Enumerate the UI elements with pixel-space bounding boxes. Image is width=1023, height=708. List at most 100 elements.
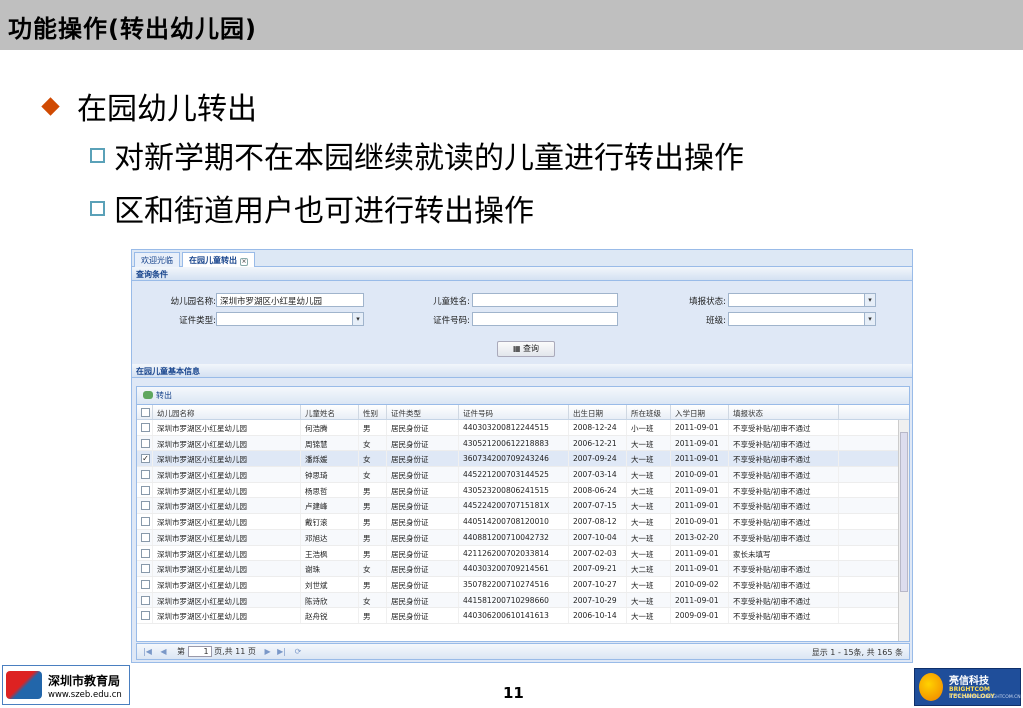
tab-welcome[interactable]: 欢迎光临 bbox=[134, 252, 180, 267]
table-row[interactable]: 深圳市罗湖区小红星幼儿园 刘世斌男居民身份证 350782200710274516 2… bbox=[137, 576, 909, 593]
query-panel-header: 查询条件 bbox=[132, 267, 912, 281]
table-cell: 谢珠 bbox=[301, 561, 359, 576]
table-cell: 不享受补贴/初审不通过 bbox=[729, 420, 839, 435]
table-cell: 居民身份证 bbox=[387, 545, 459, 561]
table-row[interactable]: 深圳市罗湖区小红星幼儿园 何浩腾男居民身份证 440303200812244515 2… bbox=[137, 420, 909, 436]
table-cell: 2011-09-01 bbox=[671, 561, 729, 576]
bullet-text: 对新学期不在本园继续就读的儿童进行转出操作 bbox=[114, 141, 744, 176]
row-checkbox[interactable] bbox=[137, 435, 153, 451]
table-row[interactable]: 深圳市罗湖区小红星幼儿园 杨思哲男居民身份证 430523200806241515 2… bbox=[137, 482, 909, 499]
table-cell: 深圳市罗湖区小红星幼儿园 bbox=[153, 467, 301, 482]
select-all-checkbox[interactable] bbox=[137, 405, 153, 419]
close-icon[interactable]: × bbox=[240, 258, 248, 266]
column-header[interactable]: 证件类型 bbox=[387, 405, 459, 419]
table-cell: 小一班 bbox=[627, 420, 671, 435]
table-cell: 卢建峰 bbox=[301, 498, 359, 514]
prev-page-icon[interactable]: ◀ bbox=[160, 647, 166, 656]
table-row[interactable]: 深圳市罗湖区小红星幼儿园 邓旭达男居民身份证 440881200710042732 2… bbox=[137, 529, 909, 546]
table-cell: 深圳市罗湖区小红星幼儿园 bbox=[153, 451, 301, 467]
chevron-down-icon[interactable]: ▾ bbox=[352, 313, 363, 325]
row-checkbox[interactable] bbox=[137, 545, 153, 561]
scrollbar-thumb[interactable] bbox=[900, 432, 908, 592]
id-number-input[interactable] bbox=[472, 312, 618, 326]
vertical-scrollbar[interactable] bbox=[898, 420, 909, 641]
row-checkbox[interactable] bbox=[137, 561, 153, 576]
table-cell: 不享受补贴/初审不通过 bbox=[729, 435, 839, 451]
row-checkbox[interactable]: ✓ bbox=[137, 451, 153, 467]
data-grid: 转出 幼儿园名称 儿童姓名 性别 证件类型 证件号码 出生日期 所在班级 入学日期 填报状态 深… bbox=[136, 386, 910, 642]
child-name-input[interactable] bbox=[472, 293, 618, 307]
fill-status-select[interactable]: ▾ bbox=[728, 293, 876, 307]
table-cell: 441581200710298660 bbox=[459, 592, 569, 608]
table-cell: 深圳市罗湖区小红星幼儿园 bbox=[153, 420, 301, 435]
id-type-label: 证件类型: bbox=[179, 316, 216, 326]
table-cell: 2007-08-12 bbox=[569, 514, 627, 529]
brightcom-emblem-icon bbox=[919, 673, 943, 701]
last-page-icon[interactable]: ▶| bbox=[277, 647, 286, 656]
row-checkbox[interactable] bbox=[137, 482, 153, 498]
row-checkbox[interactable] bbox=[137, 608, 153, 623]
search-button[interactable]: ▦ 查询 bbox=[497, 341, 555, 357]
table-row[interactable]: 深圳市罗湖区小红星幼儿园 赵舟锐男居民身份证 440306200610141613 2… bbox=[137, 608, 909, 624]
table-row[interactable]: 深圳市罗湖区小红星幼儿园 王浩枫男居民身份证 421126200702033814 2… bbox=[137, 545, 909, 562]
table-cell: 深圳市罗湖区小红星幼儿园 bbox=[153, 561, 301, 576]
row-checkbox[interactable] bbox=[137, 576, 153, 592]
bullet-text: 在园幼儿转出 bbox=[77, 92, 257, 127]
table-cell: 不享受补贴/初审不通过 bbox=[729, 608, 839, 623]
row-checkbox[interactable] bbox=[137, 592, 153, 608]
row-checkbox[interactable] bbox=[137, 467, 153, 482]
row-checkbox[interactable] bbox=[137, 498, 153, 514]
column-header[interactable]: 幼儿园名称 bbox=[153, 405, 301, 419]
szeb-logo-name: 深圳市教育局 bbox=[48, 674, 121, 688]
szeb-logo: 深圳市教育局 www.szeb.edu.cn bbox=[2, 665, 130, 705]
first-page-icon[interactable]: |◀ bbox=[143, 647, 152, 656]
table-cell: 2010-09-01 bbox=[671, 467, 729, 482]
table-cell: 深圳市罗湖区小红星幼儿园 bbox=[153, 576, 301, 592]
table-cell: 男 bbox=[359, 576, 387, 592]
table-cell: 女 bbox=[359, 467, 387, 482]
class-select[interactable]: ▾ bbox=[728, 312, 876, 326]
page-number: 11 bbox=[503, 684, 524, 702]
column-header[interactable]: 所在班级 bbox=[627, 405, 671, 419]
table-row[interactable]: 深圳市罗湖区小红星幼儿园 谢珠女居民身份证 440303200709214561 20… bbox=[137, 561, 909, 577]
table-cell: 不享受补贴/初审不通过 bbox=[729, 576, 839, 592]
table-cell: 不享受补贴/初审不通过 bbox=[729, 467, 839, 482]
column-header[interactable]: 入学日期 bbox=[671, 405, 729, 419]
table-cell: 居民身份证 bbox=[387, 435, 459, 451]
table-cell: 不享受补贴/初审不通过 bbox=[729, 592, 839, 608]
table-cell: 大一班 bbox=[627, 608, 671, 623]
chevron-down-icon[interactable]: ▾ bbox=[864, 313, 875, 325]
table-row[interactable]: 深圳市罗湖区小红星幼儿园 戴钉滚男居民身份证 440514200708120010 2… bbox=[137, 514, 909, 530]
row-checkbox[interactable] bbox=[137, 420, 153, 435]
table-row[interactable]: 深圳市罗湖区小红星幼儿园 陈诗欣女居民身份证 441581200710298660 2… bbox=[137, 592, 909, 609]
column-header[interactable]: 儿童姓名 bbox=[301, 405, 359, 419]
table-cell: 王浩枫 bbox=[301, 545, 359, 561]
refresh-icon[interactable]: ⟳ bbox=[295, 647, 302, 656]
chevron-down-icon[interactable]: ▾ bbox=[864, 294, 875, 306]
table-cell: 不享受补贴/初审不通过 bbox=[729, 514, 839, 529]
table-cell: 大一班 bbox=[627, 451, 671, 467]
transfer-out-button[interactable]: 转出 bbox=[143, 391, 172, 400]
next-page-icon[interactable]: ▶ bbox=[264, 647, 270, 656]
column-header[interactable]: 填报状态 bbox=[729, 405, 839, 419]
column-header[interactable]: 出生日期 bbox=[569, 405, 627, 419]
table-cell: 深圳市罗湖区小红星幼儿园 bbox=[153, 608, 301, 623]
column-header[interactable]: 性别 bbox=[359, 405, 387, 419]
tab-strip: 欢迎光临 在园儿童转出 × bbox=[132, 250, 912, 267]
table-cell: 杨思哲 bbox=[301, 482, 359, 498]
id-type-select[interactable]: ▾ bbox=[216, 312, 364, 326]
table-row[interactable]: 深圳市罗湖区小红星幼儿园 钟思琦女居民身份证 445221200703144525 2… bbox=[137, 467, 909, 483]
column-header-filler bbox=[839, 405, 909, 419]
row-checkbox[interactable] bbox=[137, 529, 153, 545]
table-row[interactable]: ✓ 深圳市罗湖区小红星幼儿园 潘烁媛女居民身份证 360734200709243246… bbox=[137, 451, 909, 468]
table-row[interactable]: 深圳市罗湖区小红星幼儿园 周锦慧女居民身份证 430521200612218883 2… bbox=[137, 435, 909, 452]
table-cell: 2007-02-03 bbox=[569, 545, 627, 561]
tab-transfer-out[interactable]: 在园儿童转出 × bbox=[182, 252, 255, 267]
kindergarten-input[interactable]: 深圳市罗湖区小红星幼儿园 bbox=[216, 293, 364, 307]
table-row[interactable]: 深圳市罗湖区小红星幼儿园 卢建峰男居民身份证 44522420070715181X 2… bbox=[137, 498, 909, 515]
table-cell: 不享受补贴/初审不通过 bbox=[729, 529, 839, 545]
table-cell: 邓旭达 bbox=[301, 529, 359, 545]
row-checkbox[interactable] bbox=[137, 514, 153, 529]
page-number-input[interactable]: 1 bbox=[187, 646, 212, 657]
column-header[interactable]: 证件号码 bbox=[459, 405, 569, 419]
